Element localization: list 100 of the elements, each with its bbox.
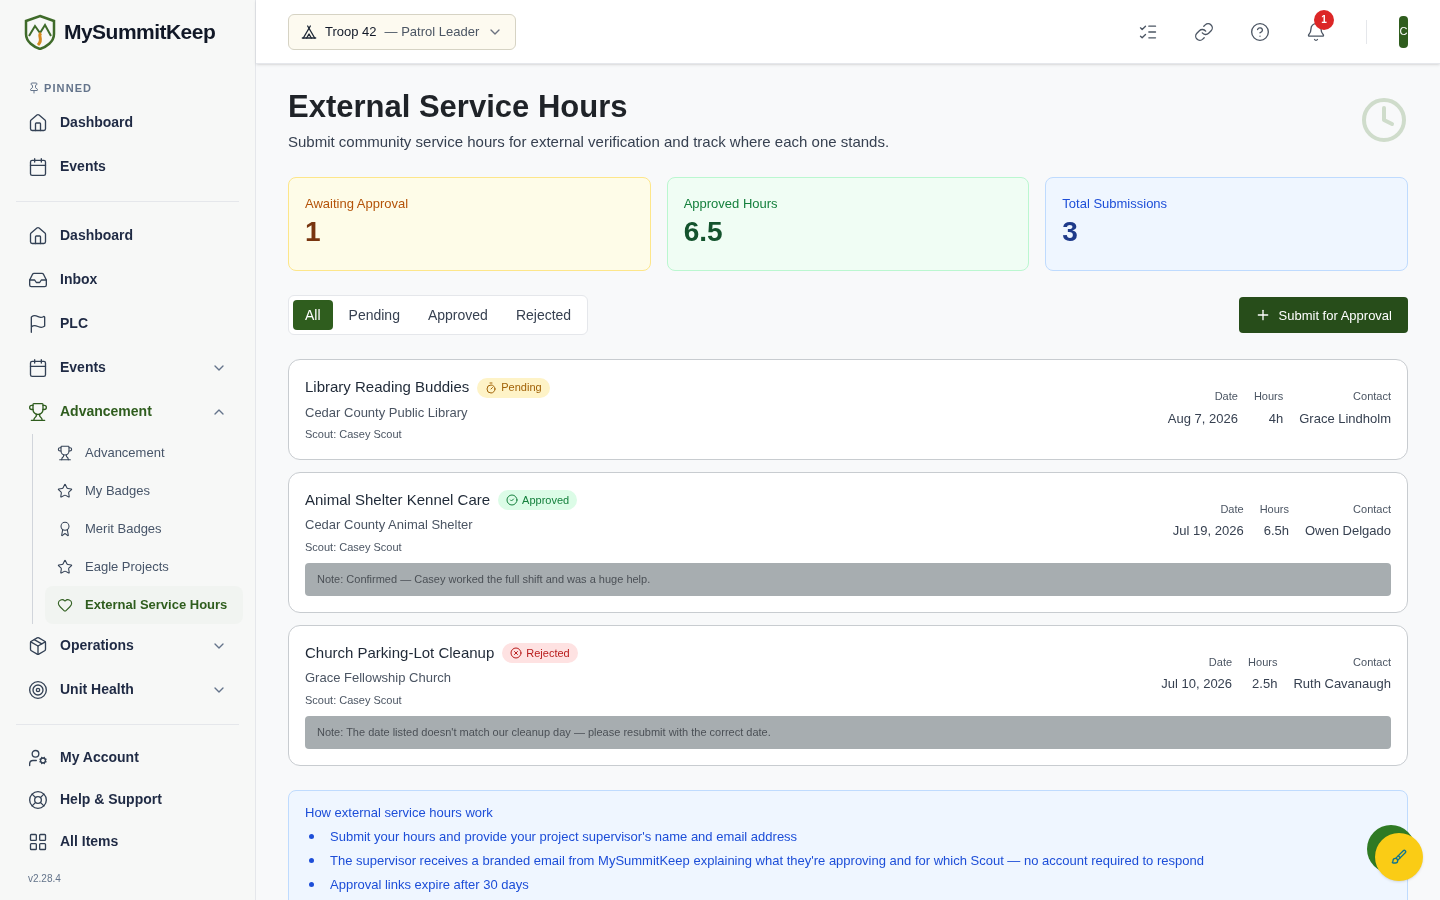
stat-value: 3 [1062, 214, 1079, 249]
unit-selector[interactable]: Troop 42 — Patrol Leader [288, 13, 517, 50]
organization-name: Cedar County Animal Shelter [305, 516, 474, 535]
status-badge: Approved [498, 490, 578, 510]
sidebar-item[interactable]: Dashboard [16, 100, 239, 145]
home-icon [28, 225, 48, 246]
stat-label: Approved Hours [683, 195, 779, 214]
note-box: Note: Confirmed — Casey worked the full shift and was a huge help. [305, 563, 1391, 596]
page-title: External Service Hours [288, 88, 629, 126]
link-icon[interactable] [1194, 21, 1214, 42]
filter-tab[interactable]: Rejected [503, 300, 584, 331]
sidebar-item[interactable]: Unit Health [16, 667, 239, 712]
check-circle-icon [506, 494, 519, 506]
stat-value: 1 [305, 214, 322, 249]
flag-icon [28, 313, 48, 334]
stat-label: Total Submissions [1062, 195, 1169, 214]
scout-name: Scout: Casey Scout [305, 427, 403, 443]
avatar-button[interactable]: C [1399, 15, 1408, 48]
box-icon [28, 635, 48, 656]
status-badge: Rejected [502, 643, 578, 663]
bullet-icon [309, 882, 314, 888]
submit-button[interactable]: Submit for Approval [1238, 297, 1408, 334]
filter-tab[interactable]: Approved [415, 300, 500, 331]
scout-name: Scout: Casey Scout [305, 539, 403, 555]
floating-action-button[interactable] [1367, 824, 1423, 881]
ribbon-icon [57, 520, 73, 537]
column-label: Hours [1248, 654, 1278, 670]
star-icon [57, 558, 73, 575]
info-item: Approval links expire after 30 days [330, 875, 529, 894]
sidebar-item[interactable]: My Account [16, 736, 239, 779]
grid-icon [28, 831, 48, 852]
hours-value: 2.5h [1252, 675, 1278, 694]
contact-value: Ruth Cavanaugh [1293, 675, 1391, 694]
hours-value: 4h [1268, 409, 1284, 428]
star-icon [57, 482, 73, 499]
brand-name: MySummitKeep [64, 19, 216, 46]
note-box: Note: The date listed doesn't match our cleanup day — please resubmit with the correct date. [305, 716, 1391, 749]
sidebar-subitem[interactable]: Advancement [45, 433, 243, 472]
column-label: Hours [1253, 389, 1284, 405]
lifebuoy-icon [28, 789, 48, 810]
sidebar-subitem[interactable]: External Service Hours [45, 585, 243, 624]
bullet-icon [309, 834, 314, 840]
role-label: — Patrol Leader [384, 22, 480, 41]
info-item: Submit your hours and provide your project supervisor's name and email address [330, 827, 798, 846]
column-label: Date [1214, 389, 1238, 405]
contact-value: Grace Lindholm [1299, 409, 1391, 428]
heart-icon [57, 596, 73, 613]
tent-icon [301, 23, 317, 40]
user-settings-icon [28, 747, 48, 768]
info-title: How external service hours work [305, 803, 494, 822]
notification-icon[interactable] [1306, 21, 1326, 42]
calendar-icon [28, 357, 48, 378]
submission-title: Church Parking-Lot Cleanup [305, 642, 495, 663]
x-circle-icon [510, 647, 523, 659]
sidebar-item[interactable]: Dashboard [16, 213, 239, 258]
filter-tab[interactable]: All [293, 300, 333, 331]
trophy-icon [28, 401, 48, 422]
sidebar-item[interactable]: Operations [16, 623, 239, 668]
sidebar-item[interactable]: PLC [16, 301, 239, 346]
sidebar-item[interactable]: Events [16, 144, 239, 189]
date-value: Jul 10, 2026 [1161, 675, 1233, 694]
sidebar-subitem[interactable]: My Badges [45, 471, 243, 510]
sidebar-item[interactable]: All Items [16, 820, 239, 863]
target-icon [28, 679, 48, 700]
sidebar-subitem[interactable]: Eagle Projects [45, 547, 243, 586]
section-label: PINNED [44, 81, 93, 96]
notification-badge: 1 [1314, 9, 1334, 30]
stat-value: 6.5 [683, 214, 724, 249]
column-label: Date [1220, 501, 1244, 517]
page-subtitle: Submit community service hours for external verification and track where each one stands. [288, 131, 891, 152]
sidebar-item[interactable]: Inbox [16, 257, 239, 302]
home-icon [28, 112, 48, 133]
calendar-icon [28, 156, 48, 177]
contact-value: Owen Delgado [1305, 522, 1391, 541]
column-label: Contact [1353, 501, 1391, 517]
sidebar-item[interactable]: Advancement [16, 389, 239, 434]
logo-icon [24, 14, 56, 50]
help-icon[interactable] [1250, 21, 1270, 42]
organization-name: Cedar County Public Library [305, 403, 469, 422]
submission-title: Library Reading Buddies [305, 377, 470, 398]
filter-tab[interactable]: Pending [336, 300, 412, 331]
submission-title: Animal Shelter Kennel Care [305, 489, 491, 510]
hours-value: 6.5h [1263, 522, 1289, 541]
sidebar-subitem[interactable]: Merit Badges [45, 509, 243, 548]
unit-name: Troop 42 [325, 22, 377, 41]
scout-name: Scout: Casey Scout [305, 692, 403, 708]
organization-name: Grace Fellowship Church [305, 669, 452, 688]
stat-label: Awaiting Approval [305, 195, 410, 214]
column-label: Contact [1353, 654, 1391, 670]
timer-icon [485, 381, 498, 394]
brush-icon [1391, 848, 1407, 865]
trophy-icon [57, 444, 73, 461]
column-label: Hours [1259, 501, 1289, 517]
sidebar-item[interactable]: Help & Support [16, 778, 239, 821]
bullet-icon [309, 858, 314, 864]
info-item: The supervisor receives a branded email from MySummitKeep explaining what they're approving and for which Scout — no account required to respond [330, 851, 1204, 870]
version-label: v2.28.4 [28, 871, 62, 886]
date-value: Jul 19, 2026 [1172, 522, 1244, 541]
sidebar-item[interactable]: Events [16, 345, 239, 390]
pin-icon [28, 82, 40, 95]
